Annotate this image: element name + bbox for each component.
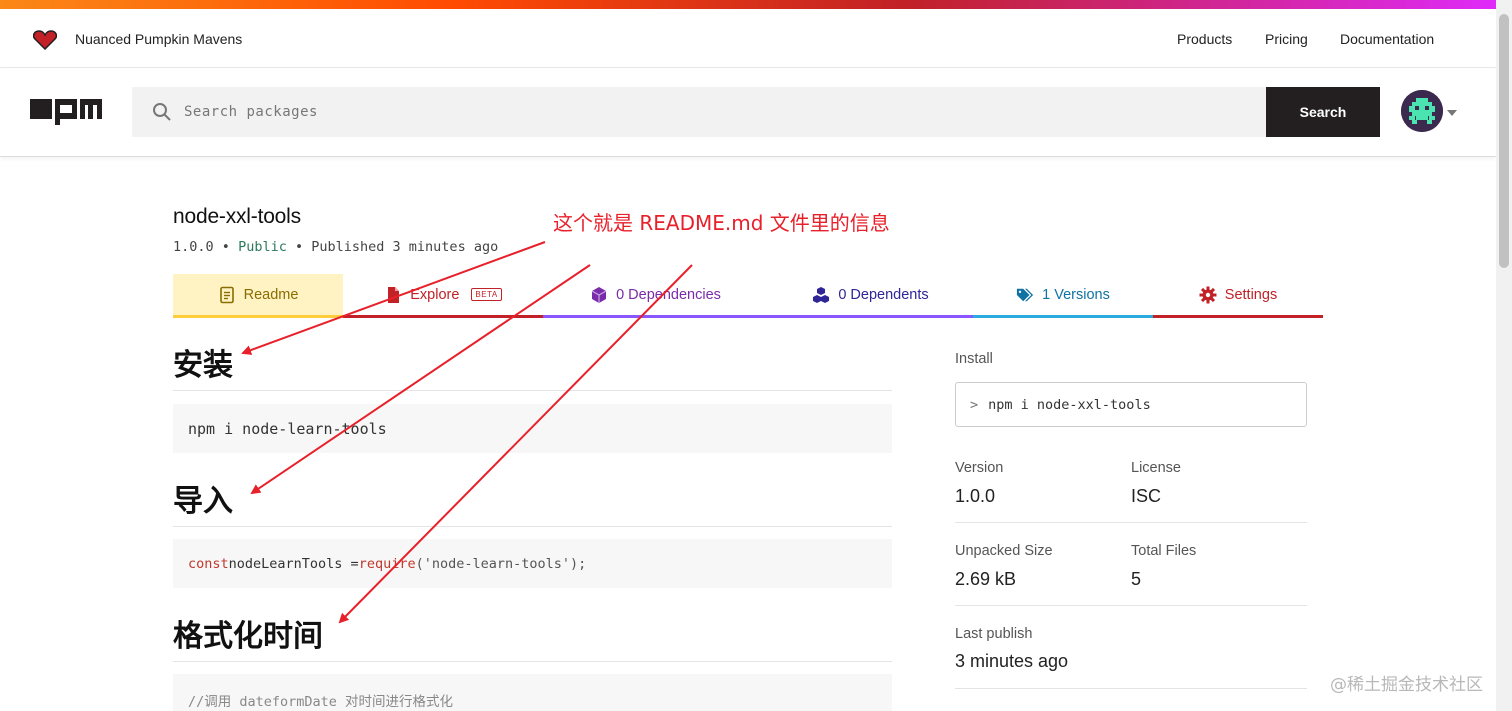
tab-explore[interactable]: Explore BETA bbox=[343, 274, 543, 318]
readme-heading-format-time: 格式化时间 bbox=[173, 611, 892, 662]
gradient-bar bbox=[0, 0, 1512, 9]
heart-icon[interactable] bbox=[33, 30, 57, 50]
version-value: 1.0.0 bbox=[955, 486, 996, 506]
tab-versions[interactable]: 1 Versions bbox=[973, 274, 1153, 318]
search-box bbox=[132, 87, 1266, 137]
avatar[interactable] bbox=[1401, 90, 1443, 132]
prompt-icon: > bbox=[970, 396, 979, 413]
code-comment: //调用 dateformDate 对时间进行格式化 bbox=[188, 694, 454, 710]
package-tabs: Readme Explore BETA 0 Dependencies 0 Dep… bbox=[173, 274, 1323, 318]
last-publish-value: 3 minutes ago bbox=[955, 651, 1069, 671]
package-version: 1.0.0 bbox=[173, 239, 214, 255]
readme-heading-import: 导入 bbox=[173, 476, 892, 527]
readme-icon bbox=[219, 286, 234, 303]
tab-dependents-label: 0 Dependents bbox=[838, 286, 929, 303]
tab-readme-label: Readme bbox=[243, 286, 299, 303]
install-command: npm i node-xxl-tools bbox=[988, 396, 1151, 413]
search-button[interactable]: Search bbox=[1266, 87, 1380, 137]
tab-settings-label: Settings bbox=[1224, 286, 1278, 303]
annotation-text: 这个就是 README.md 文件里的信息 bbox=[553, 211, 890, 235]
search-header: Search bbox=[0, 68, 1496, 157]
search-icon bbox=[153, 103, 171, 121]
sidebar-divider bbox=[955, 605, 1307, 606]
package-meta: 1.0.0 • Public • Published 3 minutes ago bbox=[173, 239, 498, 255]
search-input[interactable] bbox=[184, 87, 1254, 137]
top-nav: Nuanced Pumpkin Mavens Products Pricing … bbox=[0, 9, 1496, 68]
tab-dependencies[interactable]: 0 Dependencies bbox=[543, 274, 768, 318]
watermark: @稀土掘金技术社区 bbox=[1330, 675, 1483, 695]
explore-icon bbox=[388, 286, 400, 303]
code-block-format-time: //调用 dateformDate 对时间进行格式化 bbox=[173, 674, 892, 711]
nav-documentation-link[interactable]: Documentation bbox=[1340, 31, 1434, 47]
tab-dependencies-label: 0 Dependencies bbox=[616, 286, 721, 303]
sidebar-divider bbox=[955, 522, 1307, 523]
tab-explore-label: Explore bbox=[410, 286, 460, 303]
code-block-import: const nodeLearnTools = require ('node-lea… bbox=[173, 539, 892, 588]
nav-products-link[interactable]: Products bbox=[1177, 31, 1232, 47]
license-value: ISC bbox=[1131, 486, 1162, 506]
tab-settings[interactable]: Settings bbox=[1153, 274, 1323, 318]
avatar-pixel-art bbox=[1401, 90, 1443, 132]
settings-icon bbox=[1199, 286, 1217, 303]
install-command-box[interactable]: > npm i node-xxl-tools bbox=[955, 382, 1307, 427]
tab-versions-label: 1 Versions bbox=[1042, 286, 1110, 303]
page: Nuanced Pumpkin Mavens Products Pricing … bbox=[0, 0, 1512, 711]
tab-readme[interactable]: Readme bbox=[173, 274, 343, 318]
meta-separator: • bbox=[294, 239, 304, 255]
dependencies-icon bbox=[591, 286, 607, 303]
code-install: npm i node-learn-tools bbox=[188, 419, 387, 438]
total-files-label: Total Files bbox=[1131, 543, 1197, 559]
code-keyword: const bbox=[188, 555, 229, 572]
avatar-dropdown-caret-icon[interactable] bbox=[1447, 110, 1457, 116]
page-scrollbar[interactable] bbox=[1496, 0, 1512, 711]
nav-pricing-link[interactable]: Pricing bbox=[1265, 31, 1308, 47]
tab-dependents[interactable]: 0 Dependents bbox=[768, 274, 973, 318]
versions-icon bbox=[1017, 288, 1034, 301]
readme-heading-install: 安装 bbox=[173, 340, 892, 391]
version-label: Version bbox=[955, 460, 1004, 476]
code-argument: ('node-learn-tools'); bbox=[415, 555, 587, 572]
code-require: require bbox=[358, 555, 416, 572]
package-visibility: Public bbox=[238, 239, 287, 255]
sidebar-divider bbox=[955, 688, 1307, 689]
scrollbar-thumb[interactable] bbox=[1499, 14, 1509, 268]
org-name[interactable]: Nuanced Pumpkin Mavens bbox=[75, 31, 242, 47]
package-published: Published 3 minutes ago bbox=[311, 239, 499, 255]
meta-separator: • bbox=[221, 239, 230, 255]
last-publish-label: Last publish bbox=[955, 626, 1033, 642]
code-text: nodeLearnTools = bbox=[228, 555, 359, 572]
code-block-install: npm i node-learn-tools bbox=[173, 404, 892, 453]
package-name: node-xxl-tools bbox=[173, 205, 301, 228]
license-label: License bbox=[1131, 460, 1181, 476]
beta-badge: BETA bbox=[471, 288, 502, 301]
unpacked-size-label: Unpacked Size bbox=[955, 543, 1053, 559]
npm-logo[interactable] bbox=[30, 99, 102, 125]
install-label: Install bbox=[955, 351, 993, 367]
total-files-value: 5 bbox=[1131, 569, 1142, 589]
unpacked-size-value: 2.69 kB bbox=[955, 569, 1017, 589]
dependents-icon bbox=[813, 286, 830, 303]
